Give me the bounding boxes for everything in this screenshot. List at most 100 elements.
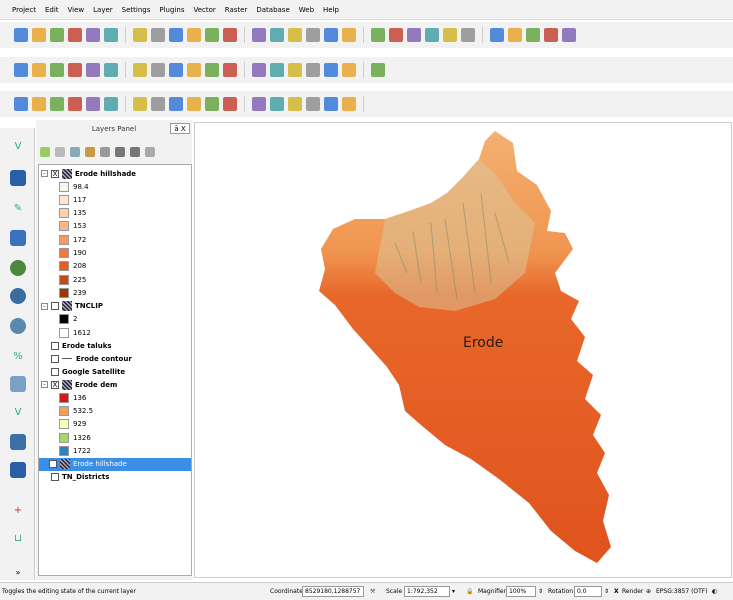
split-features-icon[interactable] xyxy=(252,97,266,111)
remove-layer-icon[interactable] xyxy=(145,147,155,157)
undo-icon[interactable] xyxy=(32,97,46,111)
zoom-out-icon[interactable] xyxy=(205,28,219,42)
layer-item[interactable]: TN_Districts xyxy=(51,471,109,484)
rotate-label-icon[interactable] xyxy=(288,63,302,77)
statistical-summary-icon[interactable] xyxy=(490,28,504,42)
rotate-feature-icon[interactable] xyxy=(68,97,82,111)
measure-icon[interactable] xyxy=(508,28,522,42)
add-virtual-layer-icon[interactable] xyxy=(10,376,26,392)
legend-entry[interactable]: 98.4 xyxy=(59,180,89,193)
expand-all-icon[interactable] xyxy=(115,147,125,157)
add-postgis-layer-icon[interactable] xyxy=(10,230,26,246)
csw-icon[interactable] xyxy=(324,63,338,77)
layer-item[interactable]: - TNCLIP xyxy=(41,300,103,313)
coordinate-field[interactable]: 8529180,1288757 xyxy=(302,586,364,597)
lock-icon[interactable]: 🔒 xyxy=(466,588,473,595)
label-icon[interactable] xyxy=(187,63,201,77)
reshape-icon[interactable] xyxy=(205,97,219,111)
legend-entry[interactable]: 929 xyxy=(59,418,86,431)
panel-float-close-controls[interactable]: ā X xyxy=(170,123,190,134)
add-delimited-text-icon[interactable]: ✎ xyxy=(10,200,26,216)
open-layer-styling-icon[interactable] xyxy=(40,147,50,157)
delete-part-icon[interactable] xyxy=(187,97,201,111)
map-canvas[interactable]: Erode xyxy=(194,122,732,578)
expand-toolbar-icon[interactable]: » xyxy=(10,564,26,580)
paste-features-icon[interactable] xyxy=(169,63,183,77)
composer-manager-icon[interactable] xyxy=(104,28,118,42)
capture-tool-icon[interactable]: ⊔ xyxy=(10,530,26,546)
layer-visibility-checkbox[interactable]: X xyxy=(49,460,57,469)
add-vector-layer-icon[interactable]: V xyxy=(10,138,26,154)
layer-visibility-checkbox[interactable] xyxy=(51,367,59,376)
render-checkbox[interactable]: X xyxy=(614,588,619,595)
node-tool-icon[interactable] xyxy=(14,97,28,111)
menu-help[interactable]: Help xyxy=(323,6,339,14)
zoom-native-icon[interactable] xyxy=(223,28,237,42)
menu-vector[interactable]: Vector xyxy=(193,6,215,14)
manage-map-themes-icon[interactable] xyxy=(70,147,80,157)
globe-icon[interactable] xyxy=(342,97,356,111)
move-label-icon[interactable] xyxy=(270,63,284,77)
zoom-to-layer-icon[interactable] xyxy=(288,28,302,42)
scale-field[interactable]: 1:792,352 xyxy=(404,586,450,597)
menu-raster[interactable]: Raster xyxy=(225,6,248,14)
expand-toggle-icon[interactable]: - xyxy=(41,381,48,389)
layer-item[interactable]: Erode taluks xyxy=(51,339,112,352)
open-project-icon[interactable] xyxy=(32,28,46,42)
new-shapefile-icon[interactable]: V xyxy=(10,404,26,420)
new-bookmark-icon[interactable] xyxy=(371,28,385,42)
add-feature-icon[interactable]: + xyxy=(10,502,26,518)
expand-toggle-icon[interactable]: - xyxy=(41,302,48,310)
add-wms-layer-icon[interactable] xyxy=(10,288,26,304)
layer-visibility-checkbox[interactable]: X xyxy=(51,169,59,178)
menu-layer[interactable]: Layer xyxy=(93,6,113,14)
pan-map-icon[interactable] xyxy=(151,28,165,42)
zoom-to-selection-icon[interactable] xyxy=(270,28,284,42)
current-edits-icon[interactable] xyxy=(14,63,28,77)
redo-icon[interactable] xyxy=(50,97,64,111)
refresh-icon[interactable] xyxy=(389,28,403,42)
rotation-field[interactable]: 0.0 xyxy=(574,586,602,597)
help-icon[interactable] xyxy=(562,28,576,42)
digitize-icon[interactable] xyxy=(68,63,82,77)
identify-icon[interactable] xyxy=(407,28,421,42)
add-wcs-layer-icon[interactable] xyxy=(10,318,26,334)
pin-labels-icon[interactable] xyxy=(205,63,219,77)
new-print-composer-icon[interactable] xyxy=(86,28,100,42)
text-annotation-icon[interactable] xyxy=(544,28,558,42)
deselect-icon[interactable] xyxy=(443,28,457,42)
legend-entry[interactable]: 2 xyxy=(59,313,77,326)
scale-dropdown-icon[interactable]: ▾ xyxy=(452,588,455,595)
legend-entry[interactable]: 532.5 xyxy=(59,405,93,418)
layer-item[interactable]: Erode contour xyxy=(51,352,132,365)
cut-features-icon[interactable] xyxy=(133,63,147,77)
legend-entry[interactable]: 153 xyxy=(59,220,86,233)
change-label-icon[interactable] xyxy=(306,63,320,77)
save-as-icon[interactable] xyxy=(68,28,82,42)
messages-icon[interactable]: ◐ xyxy=(712,588,717,595)
add-ring-icon[interactable] xyxy=(104,97,118,111)
layer-visibility-checkbox[interactable] xyxy=(51,341,59,350)
filter-legend-icon[interactable] xyxy=(85,147,95,157)
copy-features-icon[interactable] xyxy=(151,63,165,77)
menu-settings[interactable]: Settings xyxy=(122,6,151,14)
legend-entry[interactable]: 1326 xyxy=(59,431,91,444)
layer-item[interactable]: X Erode hillshade xyxy=(39,457,191,471)
new-spatialite-icon[interactable] xyxy=(10,434,26,450)
show-hide-labels-icon[interactable] xyxy=(252,63,266,77)
add-group-icon[interactable] xyxy=(55,147,65,157)
zoom-last-icon[interactable] xyxy=(306,28,320,42)
move-feature-icon[interactable] xyxy=(86,63,100,77)
layer-visibility-checkbox[interactable] xyxy=(51,354,59,363)
menu-plugins[interactable]: Plugins xyxy=(159,6,184,14)
expand-toggle-icon[interactable]: - xyxy=(41,170,48,177)
crs-globe-icon[interactable]: ⊕ xyxy=(646,588,651,595)
add-spatialite-layer-icon[interactable] xyxy=(10,260,26,276)
legend-entry[interactable]: 135 xyxy=(59,207,86,220)
delete-selected-icon[interactable] xyxy=(104,63,118,77)
add-raster-layer-icon[interactable] xyxy=(10,170,26,186)
add-wfs-layer-icon[interactable]: % xyxy=(10,348,26,364)
legend-entry[interactable]: 208 xyxy=(59,260,86,273)
magnifier-field[interactable]: 100% xyxy=(506,586,536,597)
menu-project[interactable]: Project xyxy=(12,6,36,14)
